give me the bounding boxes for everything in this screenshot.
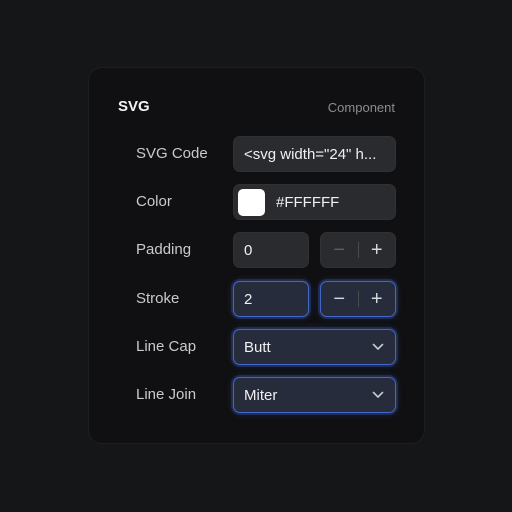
row-color: Color #FFFFFF bbox=[89, 184, 424, 220]
line-join-label: Line Join bbox=[136, 386, 197, 403]
row-line-join: Line Join Miter bbox=[89, 377, 424, 413]
color-input[interactable]: #FFFFFF bbox=[233, 184, 396, 220]
row-svg-code: SVG Code <svg width="24" h... bbox=[89, 136, 424, 172]
line-join-value: Miter bbox=[244, 386, 278, 404]
line-cap-select[interactable]: Butt bbox=[233, 329, 396, 365]
component-tag: Component bbox=[327, 100, 395, 115]
padding-input[interactable]: 0 bbox=[233, 232, 309, 268]
stroke-stepper: − + bbox=[320, 281, 396, 317]
padding-decrement-button[interactable]: − bbox=[321, 233, 358, 267]
padding-label: Padding bbox=[136, 241, 192, 258]
panel-title: SVG bbox=[118, 98, 150, 115]
line-cap-value: Butt bbox=[244, 338, 271, 356]
color-label: Color bbox=[136, 193, 172, 210]
row-stroke: Stroke 2 − + bbox=[89, 281, 424, 317]
svg-code-input[interactable]: <svg width="24" h... bbox=[233, 136, 396, 172]
chevron-down-icon bbox=[371, 388, 385, 402]
svg-properties-panel: SVG Component SVG Code <svg width="24" h… bbox=[88, 67, 425, 444]
stroke-label: Stroke bbox=[136, 290, 180, 307]
padding-increment-button[interactable]: + bbox=[359, 233, 396, 267]
chevron-down-icon bbox=[371, 340, 385, 354]
stroke-decrement-button[interactable]: − bbox=[321, 282, 358, 316]
svg-code-label: SVG Code bbox=[136, 145, 208, 162]
row-line-cap: Line Cap Butt bbox=[89, 329, 424, 365]
row-padding: Padding 0 − + bbox=[89, 232, 424, 268]
color-swatch[interactable] bbox=[238, 188, 265, 216]
stroke-input[interactable]: 2 bbox=[233, 281, 309, 317]
stroke-increment-button[interactable]: + bbox=[359, 282, 396, 316]
line-cap-label: Line Cap bbox=[136, 338, 197, 355]
line-join-select[interactable]: Miter bbox=[233, 377, 396, 413]
color-value: #FFFFFF bbox=[276, 193, 340, 211]
padding-stepper: − + bbox=[320, 232, 396, 268]
